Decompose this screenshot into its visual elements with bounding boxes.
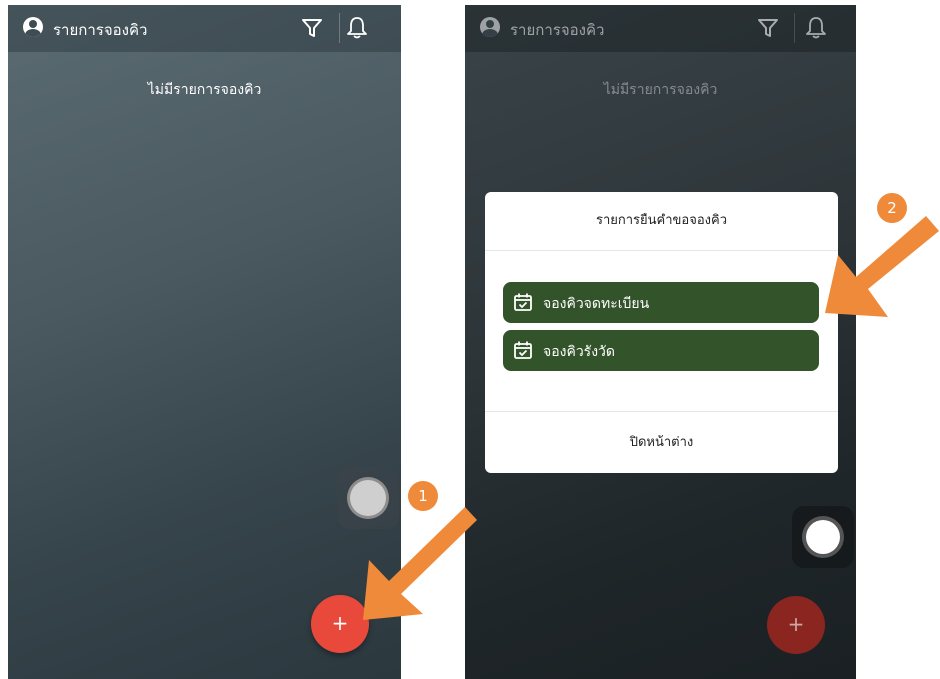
filter-icon[interactable]: [301, 18, 323, 38]
modal-title: รายการยืนคำขอจองคิว: [485, 192, 838, 251]
left-phone-screen: รายการจองคิว ไม่มีรายการจองคิว +: [8, 5, 401, 679]
survey-booking-label: จองคิวรังวัด: [543, 344, 615, 360]
empty-message: ไม่มีรายการจองคิว: [603, 82, 718, 98]
registration-booking-button[interactable]: จองคิวจดทะเบียน: [503, 282, 819, 323]
top-bar: รายการจองคิว: [465, 5, 856, 52]
booking-type-modal: รายการยืนคำขอจองคิว จองคิวจดทะเบียน จองค…: [485, 192, 838, 473]
close-modal-button[interactable]: ปิดหน้าต่าง: [485, 411, 838, 474]
page-title: รายการจองคิว: [53, 21, 148, 39]
add-booking-button[interactable]: +: [767, 596, 825, 654]
registration-booking-label: จองคิวจดทะเบียน: [543, 296, 650, 312]
assistive-touch-button[interactable]: [792, 506, 854, 568]
user-avatar-icon[interactable]: [480, 17, 500, 37]
divider: [339, 13, 340, 43]
top-bar: รายการจองคิว: [8, 5, 401, 52]
page-title: รายการจองคิว: [510, 21, 605, 39]
arrow-pointer-icon: [363, 507, 477, 620]
assistive-touch-dot: [806, 520, 840, 554]
arrow-pointer-icon: [825, 216, 939, 317]
empty-message: ไม่มีรายการจองคิว: [147, 82, 262, 98]
bell-icon[interactable]: [346, 16, 368, 40]
user-avatar-icon[interactable]: [23, 17, 43, 37]
divider: [794, 13, 795, 43]
bell-icon[interactable]: [805, 16, 827, 40]
survey-booking-button[interactable]: จองคิวรังวัด: [503, 330, 819, 371]
calendar-check-icon: [514, 341, 532, 359]
calendar-check-icon: [514, 293, 532, 311]
filter-icon[interactable]: [757, 18, 779, 38]
